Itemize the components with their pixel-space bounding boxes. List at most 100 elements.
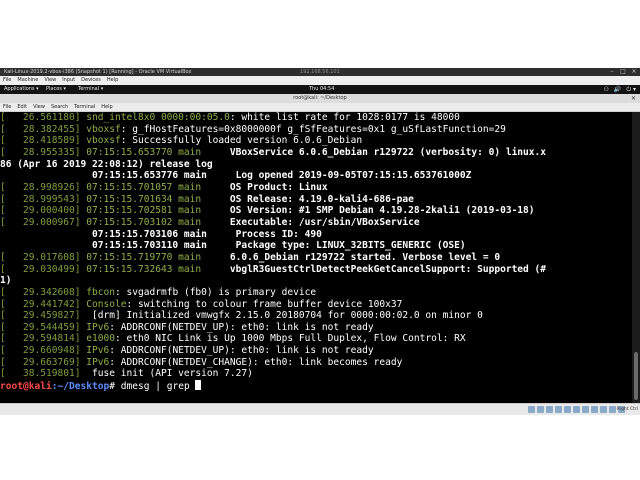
vbox-menu-view[interactable]: View [41,76,59,85]
terminal-line: [ 29.660948] IPv6: ADDRCONF(NETDEV_UP): … [0,345,632,357]
close-icon[interactable]: × [631,69,637,75]
log-subsystem: 07:15:15.653770 main [86,146,202,158]
terminal-line: [ 28.955335] 07:15:15.653770 main VBoxSe… [0,147,632,159]
log-timestamp: [ 28.999543] [0,193,81,205]
log-subsystem: 07:15:15.732643 main [86,263,202,275]
log-subsystem: 07:15:15.702581 main [86,205,202,217]
minimize-icon[interactable]: – [609,69,615,75]
log-message: OS Product: Linux [201,181,328,193]
terminal-line: 07:15:15.703110 main Package type: LINUX… [0,240,632,252]
log-subsystem: vboxsf [86,135,121,147]
log-message: : eth0 NIC Link is Up 1000 Mbps Full Dup… [114,333,466,345]
terminal-line: [ 29.000400] 07:15:15.702581 main OS Ver… [0,205,632,217]
log-timestamp: [ 29.000967] [0,216,81,228]
log-message: [drm] Initialized vmwgfx 2.15.0 20180704… [86,310,483,322]
applications-menu[interactable]: Applications ▾ [4,85,39,94]
clock[interactable]: Thu 04:54 [309,85,334,94]
log-timestamp: [ 29.017608] [0,251,81,263]
scrollbar-thumb[interactable] [634,352,638,400]
log-subsystem: 07:15:15.701634 main [86,193,202,205]
terminal-title: root@kali: ~/Desktop [293,95,347,101]
terminal-menu-help[interactable]: Help [98,103,115,111]
audio-icon[interactable] [546,406,553,413]
close-icon[interactable]: ✕ [631,95,636,102]
terminal-line: 07:15:15.653776 main Log opened 2019-09-… [0,170,632,182]
terminal-line: [ 29.594814] e1000: eth0 NIC Link is Up … [0,333,632,345]
log-timestamp: [ 29.663769] [0,356,81,368]
text-cursor [195,380,202,391]
places-menu[interactable]: Places ▾ [46,85,66,94]
usb-icon[interactable] [564,406,571,413]
terminal-line: [ 28.998926] 07:15:15.701057 main OS Pro… [0,182,632,194]
command-prompt-line[interactable]: root@kali:~/Desktop# dmesg | grep [0,380,632,392]
log-message: Executable: /usr/sbin/VBoxService [201,216,420,228]
volume-icon: 🔊 [613,86,622,93]
vbox-menu-file[interactable]: File [0,76,14,85]
log-message: : switching to colour frame buffer devic… [126,298,403,310]
terminal-title-bar: root@kali: ~/Desktop ✕ [0,94,640,103]
log-timestamp: [ 28.955335] [0,146,81,158]
terminal-menu-search[interactable]: Search [48,103,71,111]
log-message: 07:15:15.703106 main Process ID: 490 [0,228,322,240]
log-message: 6.0.6_Debian r129722 started. Verbose le… [201,251,501,263]
log-timestamp: [ 29.660948] [0,345,81,357]
vbox-window-controls: – □ × [609,69,637,75]
log-message: : ADDRCONF(NETDEV_CHANGE): eth0: link be… [109,356,403,368]
log-message: OS Version: #1 SMP Debian 4.19.28-2kali1… [201,205,535,217]
prompt-path: :~/Desktop [51,381,110,393]
log-message: : ADDRCONF(NETDEV_UP): eth0: link is not… [109,345,374,357]
log-subsystem: 07:15:15.703102 main [86,216,202,228]
dmesg-output: [ 26.561180] snd_intel8x0 0000:00:05.0: … [0,112,632,380]
terminal-line: 1) [0,275,632,287]
cpu-icon[interactable] [600,406,607,413]
maximize-icon[interactable]: □ [620,69,626,75]
terminal-output[interactable]: [ 26.561180] snd_intel8x0 0000:00:05.0: … [0,112,632,403]
terminal-line: 07:15:15.703106 main Process ID: 490 [0,229,632,241]
log-message: : Successfully loaded version 6.0.6_Debi… [120,135,363,147]
log-subsystem: 07:15:15.719770 main [86,251,202,263]
shared-folder-icon[interactable] [573,406,580,413]
vbox-menu-machine[interactable]: Machine [14,76,41,85]
log-subsystem: e1000 [86,333,115,345]
terminal-menu-view[interactable]: View [30,103,48,111]
terminal-app-menu[interactable]: Terminal ▾ [78,85,103,94]
hard-disk-icon[interactable] [528,406,535,413]
log-message: : white list rate for 1028:0177 is 48000 [229,112,460,123]
log-timestamp: [ 29.594814] [0,333,81,345]
host-key-indicator: Right Ctrl [616,407,638,412]
terminal-line: [ 29.459827] [drm] Initialized vmwgfx 2.… [0,310,632,322]
vbox-menu-devices[interactable]: Devices [78,76,104,85]
log-timestamp: [ 28.998926] [0,181,81,193]
terminal-line: [ 29.000967] 07:15:15.703102 main Execut… [0,217,632,229]
prompt-user: root@kali [0,381,52,393]
terminal-line: [ 26.561180] snd_intel8x0 0000:00:05.0: … [0,112,632,124]
terminal-menu-bar: File Edit View Search Terminal Help [0,103,640,112]
bottom-letterbox [0,415,640,480]
log-message: 07:15:15.703110 main Package type: LINUX… [0,240,466,252]
log-timestamp: [ 38.519801] [0,368,81,380]
terminal-scrollbar[interactable] [632,112,640,403]
recording-icon[interactable] [591,406,598,413]
system-tray[interactable]: ⚇ 🔊 ⏻ ▾ [603,86,636,93]
terminal-line: [ 29.030499] 07:15:15.732643 main vbglR3… [0,264,632,276]
log-message: 1) [0,275,12,287]
log-message: : ADDRCONF(NETDEV_UP): eth0: link is not… [109,321,374,333]
command-input[interactable]: # dmesg | grep [109,381,195,392]
vbox-menu-help[interactable]: Help [104,76,121,85]
terminal-menu-edit[interactable]: Edit [14,103,30,111]
log-message: 07:15:15.653776 main Log opened 2019-09-… [0,170,472,182]
optical-drive-icon[interactable] [537,406,544,413]
terminal-line: [ 28.382455] vboxsf: g_fHostFeatures=0x8… [0,124,632,136]
gnome-top-bar: Applications ▾ Places ▾ Terminal ▾ Thu 0… [0,85,640,94]
terminal-menu-file[interactable]: File [0,103,14,111]
mouse-integration-icon[interactable] [609,406,616,413]
log-subsystem: 07:15:15.701057 main [86,181,202,193]
log-timestamp: [ 29.459827] [0,310,81,322]
vbox-menu-input[interactable]: Input [59,76,78,85]
log-subsystem: fbcon [86,286,115,298]
network-adapter-icon[interactable] [555,406,562,413]
log-timestamp: [ 26.561180] [0,112,81,123]
display-icon[interactable] [582,406,589,413]
terminal-line: [ 28.418589] vboxsf: Successfully loaded… [0,135,632,147]
terminal-menu-terminal[interactable]: Terminal [71,103,98,111]
